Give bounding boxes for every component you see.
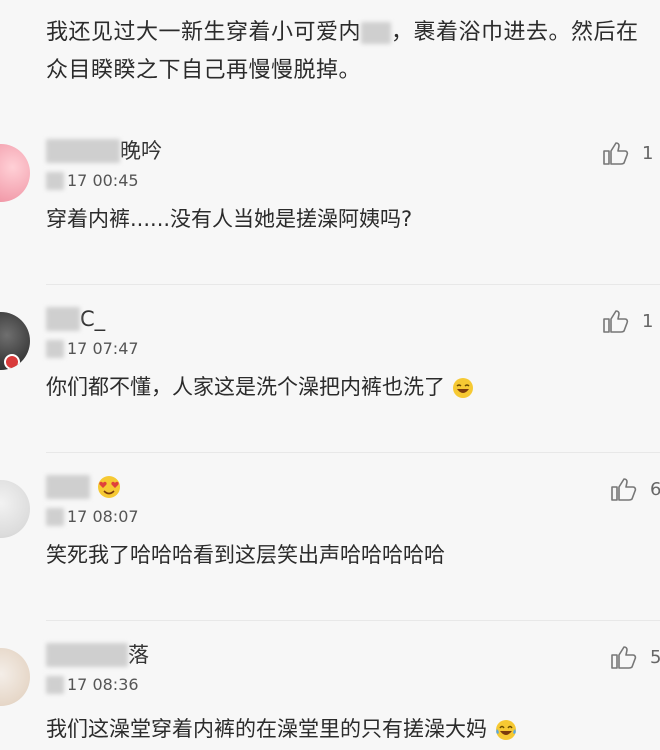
redacted-blur [46, 139, 120, 163]
redacted-blur [46, 172, 64, 190]
avatar[interactable] [0, 648, 30, 706]
divider [46, 620, 660, 621]
comment-time: 17 08:07 [46, 506, 139, 528]
like-button[interactable]: 5 [608, 642, 660, 672]
comment-text: 穿着内裤......没有人当她是搓澡阿姨吗? [46, 207, 413, 231]
thumbs-up-icon [603, 142, 629, 165]
comment-text-content: 我们这澡堂穿着内裤的在澡堂里的只有搓澡大妈 [46, 717, 487, 741]
like-count: 1 [642, 142, 654, 164]
thumbs-up-icon [611, 478, 637, 501]
post-line-1-a: 我还见过大一新生穿着小可爱内 [46, 20, 362, 45]
avatar-badge [4, 354, 20, 370]
like-button[interactable]: 1 [600, 138, 653, 168]
like-count: 6 [650, 478, 660, 500]
comment-2: C_ 17 07:47 1 你们都不懂，人家这是洗个澡把内裤也洗了 [0, 304, 660, 453]
thumbs-up-icon [603, 310, 629, 333]
username-text: 晚吟 [120, 139, 162, 163]
divider [46, 284, 660, 285]
redacted-blur [46, 340, 64, 358]
comment-time: 17 07:47 [46, 338, 139, 360]
time-text: 17 08:36 [67, 675, 139, 694]
comment-username[interactable] [46, 472, 122, 502]
username-text: C_ [80, 307, 106, 331]
like-button[interactable]: 6 [608, 474, 660, 504]
redacted-blur [361, 22, 392, 44]
comment-username[interactable]: C_ [46, 304, 105, 334]
avatar[interactable] [0, 480, 30, 538]
avatar[interactable] [0, 144, 30, 202]
post-line-2: 众目睽睽之下自己再慢慢脱掉。 [46, 58, 362, 83]
avatar[interactable] [0, 312, 30, 370]
laughing-emoji-icon [452, 378, 473, 398]
redacted-blur [46, 508, 64, 526]
comment-text: 笑死我了哈哈哈看到这层笑出声哈哈哈哈哈 [46, 543, 445, 567]
time-text: 17 08:07 [67, 507, 139, 526]
post-text: 我还见过大一新生穿着小可爱内 ，裹着浴巾进去。然后在 众目睽睽之下自己再慢慢脱掉。 [46, 14, 654, 90]
comment-time: 17 00:45 [46, 170, 139, 192]
redacted-blur [46, 643, 128, 667]
comment-text-content: 你们都不懂，人家这是洗个澡把内裤也洗了 [46, 375, 445, 399]
comment-1: 晚吟 17 00:45 1 穿着内裤......没有人当她是搓澡阿姨吗? [0, 136, 660, 285]
time-text: 17 00:45 [67, 171, 139, 190]
comment-text: 我们这澡堂穿着内裤的在澡堂里的只有搓澡大妈 [46, 714, 646, 744]
comment-text: 你们都不懂，人家这是洗个澡把内裤也洗了 [46, 372, 646, 402]
comment-4: 落 17 08:36 5 我们这澡堂穿着内裤的在澡堂里的只有搓澡大妈 [0, 640, 660, 750]
comment-username[interactable]: 晚吟 [46, 136, 162, 166]
username-text: 落 [128, 643, 149, 667]
post-line-1-b: ，裹着浴巾进去。然后在 [391, 20, 639, 45]
comment-username[interactable]: 落 [46, 640, 149, 670]
time-text: 17 07:47 [67, 339, 139, 358]
comment-3: 17 08:07 6 笑死我了哈哈哈看到这层笑出声哈哈哈哈哈 [0, 472, 660, 621]
like-button[interactable]: 1 [600, 306, 653, 336]
divider [46, 452, 660, 453]
like-count: 5 [650, 646, 660, 668]
heart-eyes-emoji-icon [98, 476, 120, 498]
like-count: 1 [642, 310, 654, 332]
post-line-1: 我还见过大一新生穿着小可爱内 ，裹着浴巾进去。然后在 [46, 14, 654, 52]
redacted-blur [46, 475, 90, 499]
comment-time: 17 08:36 [46, 674, 139, 696]
redacted-blur [46, 307, 80, 331]
redacted-blur [46, 676, 64, 694]
thumbs-up-icon [611, 646, 637, 669]
tears-of-joy-emoji-icon [495, 720, 516, 740]
